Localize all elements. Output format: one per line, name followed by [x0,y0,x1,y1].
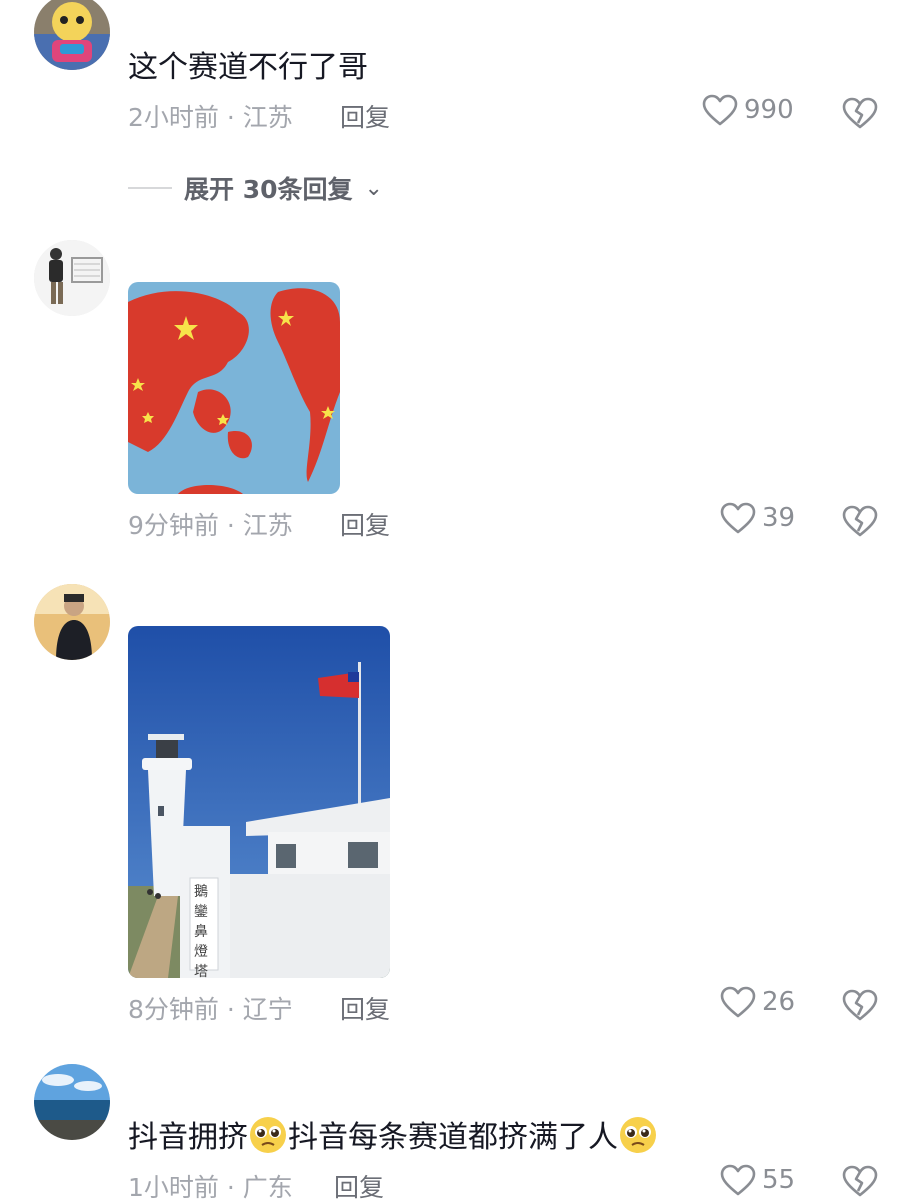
heart-outline-icon [702,94,738,126]
broken-heart-icon[interactable] [842,1164,878,1198]
comment-text-part1: 抖音拥挤 [128,1120,248,1155]
broken-heart-icon[interactable] [842,96,878,130]
person-with-cart-avatar-image [34,240,110,316]
like-button[interactable]: 26 [720,986,795,1018]
heart-outline-icon [720,1164,756,1196]
reply-button[interactable]: 回复 [334,1168,384,1204]
world-map-image[interactable] [128,282,340,494]
sea-landscape-avatar-image [34,1064,110,1140]
like-count: 55 [762,1165,796,1195]
like-count: 39 [762,503,796,533]
man-portrait-avatar-image [34,584,110,660]
avatar[interactable] [34,0,110,70]
like-count: 990 [744,95,794,125]
reply-button[interactable]: 回复 [340,990,390,1026]
expand-replies-button[interactable]: 展开 30条回复 ⌄ [128,170,383,206]
pleading-face-emoji [620,1117,656,1153]
heart-outline-icon [720,986,756,1018]
broken-heart-icon[interactable] [842,988,878,1022]
avatar[interactable] [34,584,110,660]
reply-button[interactable]: 回复 [340,506,390,542]
like-button[interactable]: 55 [720,1164,795,1196]
chevron-down-icon: ⌄ [364,175,383,201]
broken-heart-icon[interactable] [842,504,878,538]
like-button[interactable]: 990 [702,94,794,126]
avatar[interactable] [34,1064,110,1140]
comment-meta: 2小时前 · 江苏 [128,103,293,132]
cartoon-avatar-image [34,0,110,70]
heart-outline-icon [720,502,756,534]
lighthouse-flag-image[interactable]: 鵝鑾鼻燈塔 [128,626,390,978]
like-button[interactable]: 39 [720,502,795,534]
comment-text: 抖音拥挤 抖音每条赛道都挤满了人 [128,1112,658,1156]
like-count: 26 [762,987,796,1017]
reply-button[interactable]: 回复 [340,98,390,134]
comment-meta: 8分钟前 · 辽宁 [128,995,293,1024]
comment-text: 这个赛道不行了哥 [128,50,368,85]
comment-meta: 9分钟前 · 江苏 [128,511,293,540]
comment-text-part2: 抖音每条赛道都挤满了人 [288,1120,618,1155]
comment-meta: 1小时前 · 广东 [128,1173,293,1202]
divider-line [128,187,172,189]
lighthouse-sign-text: 鵝鑾鼻燈塔 [194,884,208,978]
avatar[interactable] [34,240,110,316]
expand-replies-label: 展开 30条回复 [184,175,353,204]
pleading-face-emoji [250,1117,286,1153]
